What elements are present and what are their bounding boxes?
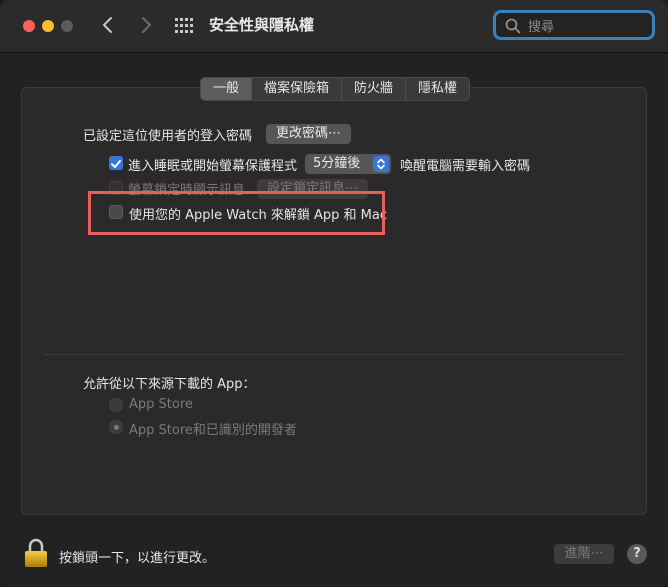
section-divider — [43, 354, 625, 355]
require-password-checkbox[interactable] — [109, 156, 123, 170]
search-input[interactable] — [526, 16, 650, 38]
title-bar: 安全性與隱私權 — [0, 0, 668, 53]
general-panel — [21, 87, 647, 515]
forward-button[interactable] — [135, 13, 157, 37]
window-title: 安全性與隱私權 — [209, 16, 315, 34]
lock-instruction-text: 按鎖頭一下，以進行更改。 — [59, 551, 216, 566]
tab-privacy[interactable]: 隱私權 — [405, 78, 469, 100]
minimize-window-button[interactable] — [42, 20, 54, 32]
search-icon — [505, 18, 521, 34]
password-delay-select[interactable]: 5分鐘後 — [305, 154, 391, 174]
tab-bar: 一般 檔案保險箱 防火牆 隱私權 — [200, 77, 471, 101]
close-window-button[interactable] — [23, 20, 35, 32]
chevron-left-icon — [103, 17, 112, 33]
radio-app-store-identified-label: App Store和已識別的開發者 — [129, 423, 297, 438]
lock-button[interactable] — [24, 538, 48, 568]
padlock-icon — [25, 538, 47, 567]
download-sources-heading: 允許從以下來源下載的 App： — [83, 377, 256, 392]
tab-firewall[interactable]: 防火牆 — [341, 78, 405, 100]
change-password-button[interactable]: 更改密碼⋯ — [266, 124, 352, 144]
checkmark-icon — [111, 160, 121, 168]
password-delay-value: 5分鐘後 — [313, 156, 361, 171]
password-set-label: 已設定這位使用者的登入密碼 — [83, 129, 253, 144]
radio-app-store-label: App Store — [129, 397, 193, 412]
radio-app-store[interactable] — [109, 398, 123, 412]
select-arrows-icon — [373, 156, 389, 172]
zoom-window-button[interactable] — [61, 20, 73, 32]
wake-password-label: 喚醒電腦需要輸入密碼 — [400, 159, 531, 174]
search-field[interactable] — [493, 10, 655, 40]
chevron-right-icon — [142, 17, 151, 33]
advanced-button[interactable]: 進階⋯ — [554, 544, 614, 564]
tab-filevault[interactable]: 檔案保險箱 — [251, 78, 341, 100]
tab-general[interactable]: 一般 — [201, 78, 252, 100]
help-button[interactable]: ? — [627, 544, 647, 564]
show-all-button[interactable] — [174, 17, 194, 35]
back-button[interactable] — [98, 13, 120, 37]
highlight-box — [88, 191, 385, 235]
radio-app-store-identified[interactable] — [109, 420, 123, 434]
require-password-label: 進入睡眠或開始螢幕保護程式 — [128, 159, 298, 174]
preferences-window: 安全性與隱私權 一般 檔案保險箱 防火牆 隱私權 已設定這位使用者的登入密碼 更… — [0, 0, 668, 587]
grid-icon — [175, 18, 193, 33]
